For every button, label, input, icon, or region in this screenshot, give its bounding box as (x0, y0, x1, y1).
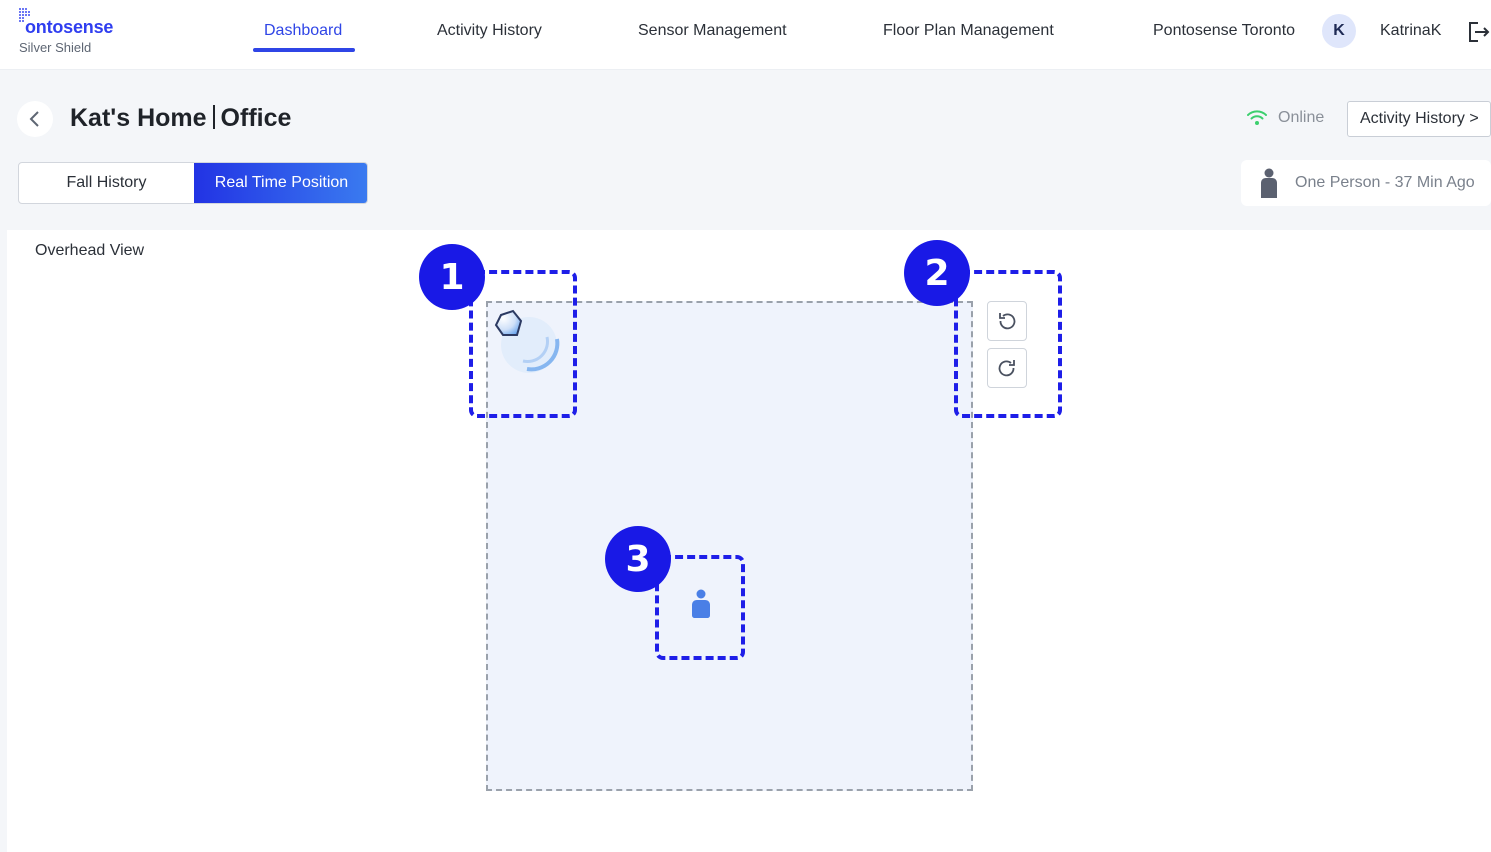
occupancy-status: One Person - 37 Min Ago (1241, 160, 1491, 206)
rotate-left-icon (999, 313, 1016, 330)
panel-title: Overhead View (35, 242, 145, 259)
home-name: Kat's Home (70, 104, 207, 132)
rotate-right-button[interactable] (987, 348, 1027, 388)
top-navbar: Pontosense Silver Shield Dashboard Activ… (0, 0, 1491, 70)
room-name: Office (220, 104, 292, 132)
nav-tab-floor-plan-management[interactable]: Floor Plan Management (883, 22, 1054, 40)
logout-icon[interactable] (1466, 20, 1490, 44)
nav-tab-activity-history[interactable]: Activity History (437, 22, 542, 40)
nav-tab-sensor-management[interactable]: Sensor Management (638, 22, 787, 40)
occupancy-text: One Person - 37 Min Ago (1295, 174, 1475, 191)
nav-tab-dashboard[interactable]: Dashboard (264, 22, 342, 40)
avatar[interactable]: K (1322, 14, 1356, 48)
active-tab-indicator (253, 48, 355, 52)
activity-history-button[interactable]: Activity History > (1347, 101, 1491, 137)
tab-real-time-position[interactable]: Real Time Position (194, 163, 367, 203)
callout-badge-1: 1 (419, 244, 485, 310)
back-chevron-icon (29, 111, 39, 127)
callout-badge-3: 3 (605, 526, 671, 592)
person-icon (1261, 168, 1277, 198)
status-label: Online (1278, 109, 1325, 126)
organization-name[interactable]: Pontosense Toronto (1153, 22, 1295, 40)
username[interactable]: KatrinaK (1380, 22, 1441, 40)
connection-status: Online (1246, 109, 1324, 127)
wifi-icon (1247, 110, 1267, 125)
back-button[interactable] (17, 101, 53, 137)
callout-badge-2: 2 (904, 240, 970, 306)
view-toggle: Fall History Real Time Position (18, 162, 368, 204)
person-position-marker[interactable] (689, 588, 713, 620)
page-title: Kat's Home Office (70, 104, 291, 133)
tab-fall-history[interactable]: Fall History (19, 163, 194, 203)
sensor-icon[interactable] (491, 307, 563, 377)
rotate-right-icon (998, 360, 1015, 377)
title-divider (212, 105, 215, 129)
rotate-left-button[interactable] (987, 301, 1027, 341)
brand-name: Pontosense (25, 17, 114, 37)
overhead-view-panel: Overhead View 1 2 3 (7, 230, 1491, 852)
brand-subtitle: Silver Shield (19, 40, 92, 55)
